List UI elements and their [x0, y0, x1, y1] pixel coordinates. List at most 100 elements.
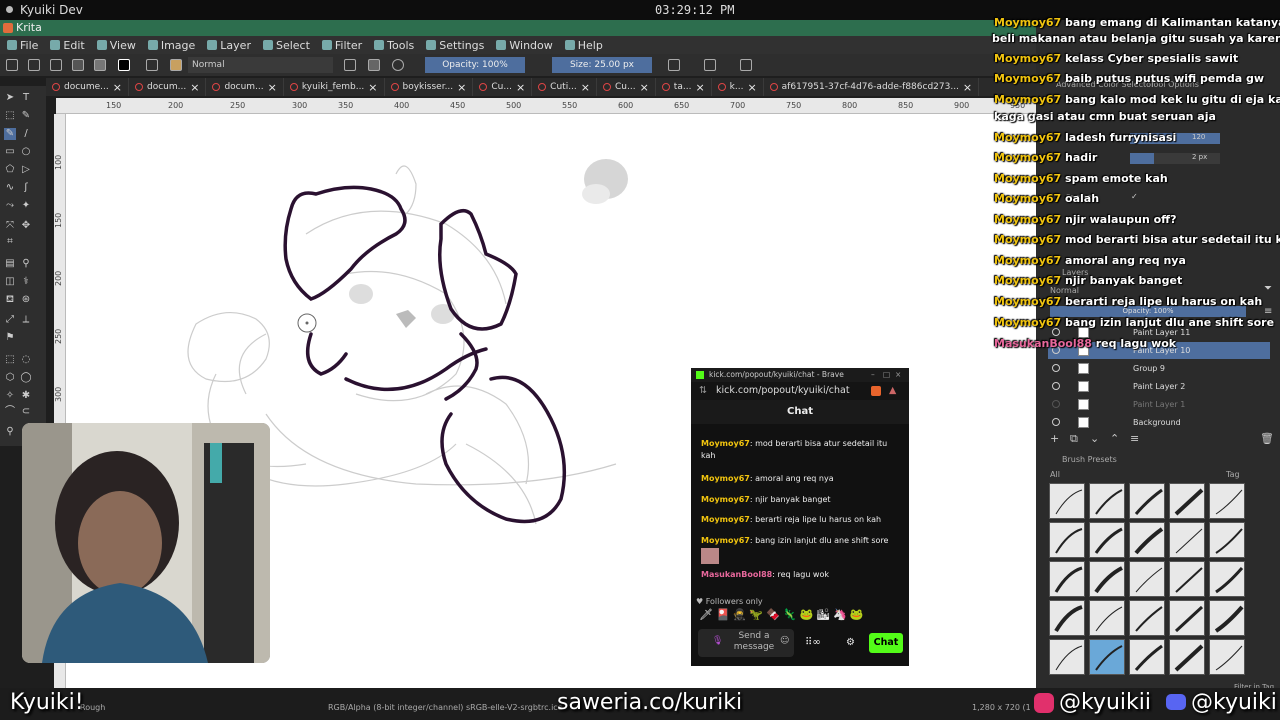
menu-image[interactable]: Image — [147, 39, 195, 52]
rectangle-tool-icon[interactable]: ▭ — [4, 146, 16, 158]
gear-icon[interactable]: ⚙ — [846, 637, 855, 648]
brush-preset[interactable] — [1049, 522, 1085, 558]
menu-settings[interactable]: Settings — [426, 39, 484, 52]
polyline-tool-icon[interactable]: ▷ — [20, 164, 32, 176]
gradient-tool-icon[interactable]: ▤ — [4, 258, 16, 270]
close-icon[interactable]: × — [457, 81, 466, 94]
brush-preset[interactable] — [1209, 639, 1245, 675]
brush-preset[interactable] — [1089, 600, 1125, 636]
brave-shield-icon[interactable] — [871, 386, 881, 396]
tab-document-6[interactable]: Cu... × — [473, 78, 533, 96]
mirror-vertical-icon[interactable] — [704, 59, 716, 71]
menu-view[interactable]: View — [96, 39, 136, 52]
brush-preset[interactable] — [1209, 483, 1245, 519]
tab-document-11[interactable]: af617951-37cf-4d76-adde-f886cd273... × — [764, 78, 980, 96]
brush-preset[interactable] — [1209, 522, 1245, 558]
contiguous-select-icon[interactable]: ✧ — [4, 390, 16, 402]
brush-preset[interactable] — [1169, 483, 1205, 519]
eye-hidden-icon[interactable] — [1052, 400, 1060, 408]
filter-icon[interactable]: ⏷ — [1264, 283, 1272, 294]
brush-preset[interactable] — [1129, 561, 1165, 597]
brush-preset[interactable] — [1209, 600, 1245, 636]
brush-preset[interactable] — [1129, 639, 1165, 675]
fg-bg-color-icon[interactable] — [118, 59, 130, 71]
transform-tool-icon[interactable]: ⤧ — [4, 220, 16, 232]
text-tool-icon[interactable]: T — [20, 92, 32, 104]
brush-preset[interactable] — [1169, 600, 1205, 636]
tab-document-1[interactable]: docume... × — [46, 78, 129, 96]
brush-preset[interactable] — [1049, 483, 1085, 519]
similar-select-icon[interactable]: ✱ — [20, 390, 32, 402]
tab-document-8[interactable]: Cu... × — [597, 78, 656, 96]
add-layer-icon[interactable]: + — [1050, 432, 1059, 445]
magnetic-select-icon[interactable]: ⊂ — [20, 406, 32, 418]
gradient-icon[interactable] — [72, 59, 84, 71]
dynamic-brush-icon[interactable]: ⤳ — [4, 200, 16, 212]
freehand-brush-icon[interactable]: ✎ — [4, 128, 16, 140]
bezier-select-icon[interactable]: ⌒ — [4, 406, 16, 418]
brush-filter-select[interactable]: All — [1050, 470, 1060, 479]
edit-shapes-icon[interactable]: ⬚ — [4, 110, 16, 122]
polygon-tool-icon[interactable]: ⬠ — [4, 164, 16, 176]
size-slider[interactable]: Size: 25.00 px — [552, 57, 652, 73]
menu-select[interactable]: Select — [262, 39, 310, 52]
close-icon[interactable]: × — [695, 81, 704, 94]
brush-preset[interactable] — [1089, 483, 1125, 519]
multibrush-icon[interactable]: ✦ — [20, 200, 32, 212]
wrap-around-icon[interactable] — [740, 59, 752, 71]
close-icon[interactable]: × — [581, 81, 590, 94]
properties-icon[interactable]: ≡ — [1130, 432, 1139, 445]
layer-row[interactable]: Background — [1048, 414, 1270, 431]
brush-preset[interactable] — [1049, 639, 1085, 675]
close-icon[interactable]: × — [190, 81, 199, 94]
eraser-icon[interactable] — [344, 59, 356, 71]
send-chat-button[interactable]: Chat — [869, 633, 903, 653]
sensors-checkbox[interactable]: ✓ — [1131, 192, 1138, 201]
brush-preset[interactable] — [1089, 522, 1125, 558]
crop-tool-icon[interactable]: ⌗ — [4, 236, 16, 248]
brush-preset[interactable] — [1169, 522, 1205, 558]
tab-document-5[interactable]: boykisser... × — [385, 78, 474, 96]
mirror-horizontal-icon[interactable] — [668, 59, 680, 71]
eye-icon[interactable] — [1052, 364, 1060, 372]
brush-preset[interactable] — [1049, 561, 1085, 597]
close-icon[interactable]: × — [268, 81, 277, 94]
brave-rewards-icon[interactable]: ▲ — [889, 382, 896, 400]
brush-preset[interactable] — [1129, 600, 1165, 636]
reference-tool-icon[interactable]: ⚑ — [4, 332, 16, 344]
shortcuts-icon[interactable]: ⠿∞ — [805, 637, 821, 648]
open-document-icon[interactable] — [28, 59, 40, 71]
eye-icon[interactable] — [1052, 418, 1060, 426]
colorize-mask-icon[interactable]: ◫ — [4, 276, 16, 288]
brush-preset[interactable] — [1049, 600, 1085, 636]
tool-option-slider-2[interactable]: 2 px — [1130, 153, 1220, 164]
menu-help[interactable]: Help — [564, 39, 603, 52]
layer-row[interactable]: Paint Layer 2 — [1048, 378, 1270, 395]
fill-tool-icon[interactable]: ⛾ — [4, 294, 16, 306]
measure-tool-icon[interactable]: ⟂ — [20, 314, 32, 326]
move-up-icon[interactable]: ⌃ — [1110, 432, 1119, 445]
tab-document-9[interactable]: ta... × — [656, 78, 712, 96]
tab-document-4[interactable]: kyuiki_femb... × — [284, 78, 385, 96]
brush-preset[interactable] — [1209, 561, 1245, 597]
pattern-icon[interactable] — [94, 59, 106, 71]
menu-layer[interactable]: Layer — [207, 39, 251, 52]
blend-mode-select[interactable]: Normal — [188, 57, 333, 73]
brush-preset[interactable] — [1129, 522, 1165, 558]
brush-preset[interactable] — [1129, 483, 1165, 519]
delete-layer-icon[interactable]: 🗑 — [1260, 432, 1274, 445]
chat-message-input[interactable]: 🎙 Send a message ☺ — [698, 629, 794, 657]
layer-row[interactable]: Group 9 — [1048, 360, 1270, 377]
alpha-lock-icon[interactable] — [368, 59, 380, 71]
brush-preset[interactable] — [1089, 561, 1125, 597]
layer-blend-mode[interactable]: Normal — [1050, 286, 1079, 295]
color-picker-icon[interactable]: ⚲ — [20, 258, 32, 270]
url-bar[interactable]: ⇅ kick.com/popout/kyuiki/chat ▲ — [691, 382, 909, 400]
select-shapes-icon[interactable]: ➤ — [4, 92, 16, 104]
bezier-tool-icon[interactable]: ∿ — [4, 182, 16, 194]
brush-preset[interactable] — [1169, 561, 1205, 597]
ellipse-tool-icon[interactable]: ○ — [20, 146, 32, 158]
save-document-icon[interactable] — [50, 59, 62, 71]
move-down-icon[interactable]: ⌄ — [1090, 432, 1099, 445]
layer-row[interactable]: Paint Layer 1 — [1048, 396, 1270, 413]
